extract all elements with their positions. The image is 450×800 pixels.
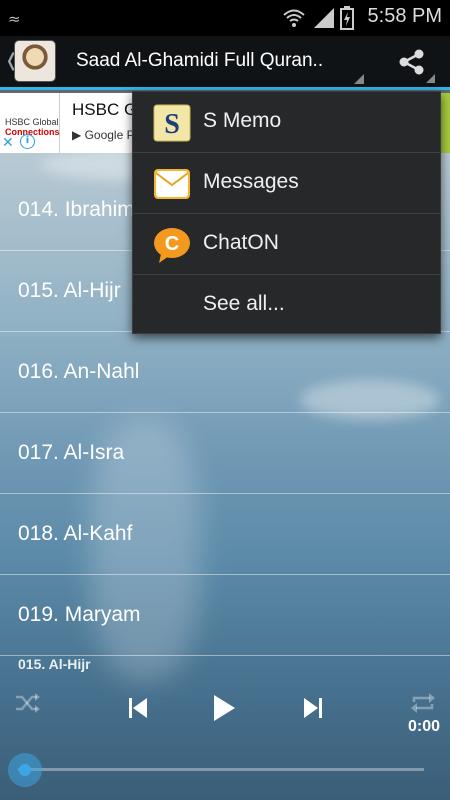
share-menu-item-messages[interactable]: Messages: [133, 153, 440, 214]
ad-title[interactable]: HSBC G: [72, 100, 137, 120]
player-controls: 015. Al-Hijr 0:00: [0, 652, 450, 800]
share-menu-label: S Memo: [203, 109, 282, 132]
ad-close-icon[interactable]: ✕: [2, 135, 14, 151]
track-label: 015. Al-Hijr: [18, 279, 121, 302]
share-menu-label: ChatON: [203, 231, 279, 254]
svg-text:C: C: [165, 233, 179, 255]
seek-bar[interactable]: [18, 768, 424, 771]
track-row[interactable]: 019. Maryam: [0, 575, 450, 656]
battery-charging-icon: [340, 6, 354, 30]
now-playing-title: 015. Al-Hijr: [18, 656, 91, 672]
app-icon[interactable]: [14, 40, 56, 82]
notification-icon: ≈: [8, 10, 21, 28]
share-dropdown-caret-icon: [426, 74, 435, 83]
signal-icon: [314, 8, 334, 28]
elapsed-time: 0:00: [407, 718, 440, 735]
play-icon[interactable]: [212, 694, 236, 722]
ad-info-icon[interactable]: i: [20, 134, 35, 149]
share-menu-item-see-all[interactable]: See all...: [133, 275, 440, 336]
track-label: 016. An-Nahl: [18, 360, 140, 383]
repeat-icon[interactable]: [410, 692, 436, 714]
chaton-icon: C: [154, 228, 190, 263]
track-label: 018. Al-Kahf: [18, 522, 133, 545]
share-icon[interactable]: [398, 48, 426, 76]
track-label: 019. Maryam: [18, 603, 141, 626]
track-label: 017. Al-Isra: [18, 441, 125, 464]
share-menu-item-chaton[interactable]: C ChatON: [133, 214, 440, 275]
next-track-icon[interactable]: [303, 697, 323, 719]
status-bar: ≈ 5:58 PM: [0, 0, 450, 36]
ad-store-link[interactable]: ▶ Google P: [72, 128, 135, 142]
share-menu-item-s-memo[interactable]: S S Memo: [133, 92, 440, 153]
track-row[interactable]: 016. An-Nahl: [0, 332, 450, 413]
track-row[interactable]: 018. Al-Kahf: [0, 494, 450, 575]
wifi-icon: [283, 9, 305, 27]
previous-track-icon[interactable]: [128, 697, 148, 719]
share-menu-label: Messages: [203, 170, 299, 193]
svg-text:S: S: [164, 109, 180, 140]
seek-thumb[interactable]: [8, 753, 42, 787]
track-row[interactable]: 017. Al-Isra: [0, 413, 450, 494]
action-bar: ❬ Saad Al-Ghamidi Full Quran..: [0, 36, 450, 90]
ad-logo-line1: HSBC Global: [5, 117, 59, 127]
status-clock: 5:58 PM: [367, 5, 442, 27]
s-memo-icon: S: [153, 104, 191, 142]
share-menu-label: See all...: [203, 292, 285, 315]
title-dropdown-caret-icon: [354, 74, 364, 84]
share-menu: S S Memo Messages C ChatON See all...: [132, 91, 441, 334]
shuffle-icon[interactable]: [14, 692, 40, 714]
track-label: 014. Ibrahim: [18, 198, 135, 221]
app-title[interactable]: Saad Al-Ghamidi Full Quran..: [76, 50, 323, 72]
messages-icon: [154, 169, 190, 199]
